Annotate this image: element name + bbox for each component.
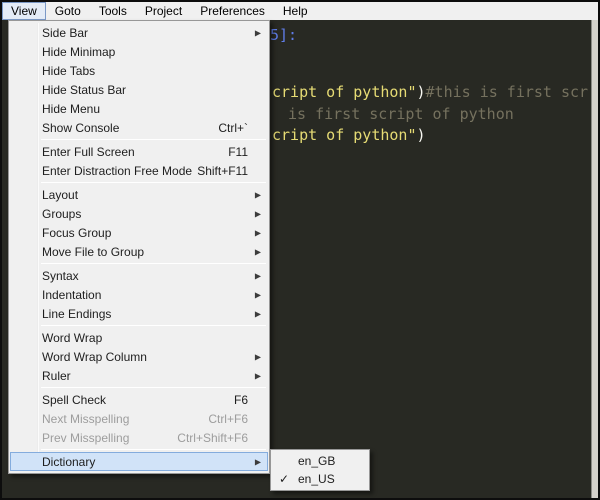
submenu-arrow-icon: ▶ (254, 371, 261, 380)
dictionary-option-en-us[interactable]: ✓ en_US (272, 470, 368, 488)
menu-item-label: Layout (42, 187, 79, 202)
menubar-item-view[interactable]: View (2, 2, 46, 20)
submenu-arrow-icon: ▶ (254, 352, 261, 361)
menu-item-label: Line Endings (42, 306, 112, 321)
submenu-arrow-icon: ▶ (254, 309, 261, 318)
menu-item-label: Prev Misspelling (42, 430, 130, 445)
window-right-frame (591, 20, 598, 498)
menu-item-label: Hide Tabs (42, 63, 96, 78)
view-menu-item-groups[interactable]: Groups ▶ (10, 204, 268, 223)
dictionary-option-en-gb[interactable]: en_GB (272, 452, 368, 470)
menu-item-shortcut: Ctrl+` (218, 120, 248, 135)
view-menu-item-ruler[interactable]: Ruler ▶ (10, 366, 268, 385)
menu-item-label: Syntax (42, 268, 79, 283)
view-menu-item-hide-status-bar[interactable]: Hide Status Bar (10, 80, 268, 99)
code-line: cript of python") (272, 127, 426, 144)
code-line: cript of python")#this is first scr (272, 84, 588, 101)
menu-separator (41, 182, 266, 183)
code-segment: ) (416, 126, 426, 144)
view-menu-item-enter-distraction-free-mode[interactable]: Enter Distraction Free Mode Shift+F11 (10, 161, 268, 180)
checkmark-icon: ✓ (279, 472, 290, 486)
code-segment: cript of python" (272, 126, 417, 144)
menubar-item-project[interactable]: Project (136, 2, 191, 20)
menu-item-shortcut: Shift+F11 (197, 163, 248, 178)
view-menu-item-move-file-to-group[interactable]: Move File to Group ▶ (10, 242, 268, 261)
submenu-arrow-icon: ▶ (254, 247, 261, 256)
menu-item-label: Hide Menu (42, 101, 101, 116)
menu-item-label: Focus Group (42, 225, 112, 240)
view-menu-item-hide-minimap[interactable]: Hide Minimap (10, 42, 268, 61)
menu-item-shortcut: Ctrl+Shift+F6 (177, 430, 248, 445)
menu-item-label: Word Wrap (42, 330, 103, 345)
menu-item-shortcut: F11 (228, 144, 248, 159)
menu-item-label: Word Wrap Column (42, 349, 147, 364)
menu-item-label: Hide Minimap (42, 44, 116, 59)
view-menu-item-spell-check[interactable]: Spell Check F6 (10, 390, 268, 409)
submenu-arrow-icon: ▶ (254, 228, 261, 237)
menu-item-label: Side Bar (42, 25, 89, 40)
menubar-item-help[interactable]: Help (274, 2, 317, 20)
submenu-arrow-icon: ▶ (254, 271, 261, 280)
menu-item-label: Enter Full Screen (42, 144, 135, 159)
view-menu-item-word-wrap-column[interactable]: Word Wrap Column ▶ (10, 347, 268, 366)
menu-item-shortcut: F6 (233, 392, 248, 407)
view-menu-item-prev-misspelling[interactable]: Prev Misspelling Ctrl+Shift+F6 (10, 428, 268, 447)
view-menu-item-layout[interactable]: Layout ▶ (10, 185, 268, 204)
menu-item-label: Indentation (42, 287, 102, 302)
menu-item-label: Dictionary (42, 454, 96, 469)
view-menu: Side Bar ▶ Hide Minimap Hide Tabs Hide Statu… (8, 20, 270, 474)
menu-item-label: Spell Check (42, 392, 107, 407)
menu-item-label: Groups (42, 206, 82, 221)
sublime-window: View Goto Tools Project Preferences Help crip… (0, 0, 600, 500)
menu-item-label: Enter Distraction Free Mode (42, 163, 193, 178)
view-menu-item-hide-tabs[interactable]: Hide Tabs (10, 61, 268, 80)
menu-separator (41, 263, 266, 264)
submenu-arrow-icon: ▶ (254, 290, 261, 299)
view-menu-item-line-endings[interactable]: Line Endings ▶ (10, 304, 268, 323)
menu-item-shortcut: Ctrl+F6 (208, 411, 248, 426)
menu-item-label: Hide Status Bar (42, 82, 127, 97)
code-segment: ) (416, 83, 426, 101)
view-menu-item-word-wrap[interactable]: Word Wrap (10, 328, 268, 347)
menu-item-label: Ruler (42, 368, 71, 383)
view-menu-item-indentation[interactable]: Indentation ▶ (10, 285, 268, 304)
menu-item-label: Next Misspelling (42, 411, 130, 426)
menu-item-label: en_GB (298, 454, 336, 468)
menubar-item-tools[interactable]: Tools (90, 2, 136, 20)
code-segment: cript of python" (272, 83, 417, 101)
code-segment: #this is first scr (425, 83, 589, 101)
menubar-item-goto[interactable]: Goto (46, 2, 90, 20)
view-menu-item-focus-group[interactable]: Focus Group ▶ (10, 223, 268, 242)
dictionary-submenu: en_GB ✓ en_US (270, 449, 370, 491)
code-line: is first script of python (288, 106, 514, 123)
menubar-item-preferences[interactable]: Preferences (191, 2, 274, 20)
menu-separator (41, 325, 266, 326)
menu-bar: View Goto Tools Project Preferences Help (2, 2, 598, 20)
view-menu-item-next-misspelling[interactable]: Next Misspelling Ctrl+F6 (10, 409, 268, 428)
code-segment: is first script of python (288, 105, 514, 123)
menu-separator (41, 387, 266, 388)
code-segment: 5]: (270, 26, 298, 44)
view-menu-item-syntax[interactable]: Syntax ▶ (10, 266, 268, 285)
menu-item-label: en_US (298, 472, 335, 486)
view-menu-item-enter-full-screen[interactable]: Enter Full Screen F11 (10, 142, 268, 161)
menu-item-label: Show Console (42, 120, 120, 135)
submenu-arrow-icon: ▶ (254, 28, 261, 37)
view-menu-item-side-bar[interactable]: Side Bar ▶ (10, 23, 268, 42)
submenu-arrow-icon: ▶ (254, 190, 261, 199)
submenu-arrow-icon: ▶ (254, 457, 261, 466)
menu-item-label: Move File to Group (42, 244, 145, 259)
submenu-arrow-icon: ▶ (254, 209, 261, 218)
menu-separator (41, 449, 266, 450)
view-menu-item-show-console[interactable]: Show Console Ctrl+` (10, 118, 268, 137)
view-menu-item-hide-menu[interactable]: Hide Menu (10, 99, 268, 118)
menu-separator (41, 139, 266, 140)
view-menu-item-dictionary[interactable]: Dictionary ▶ (10, 452, 268, 471)
code-line: 5]: (270, 27, 297, 44)
